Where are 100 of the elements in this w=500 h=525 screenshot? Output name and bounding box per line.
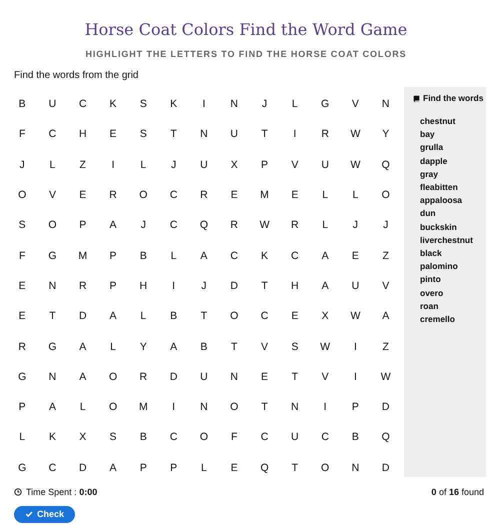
grid-letter[interactable]: N	[37, 280, 68, 292]
grid-letter[interactable]: R	[68, 280, 98, 292]
grid-letter[interactable]: T	[188, 310, 220, 322]
grid-letter[interactable]: W	[370, 370, 401, 383]
grid-letter[interactable]: N	[370, 98, 401, 110]
grid-letter[interactable]: C	[249, 310, 280, 322]
grid-letter[interactable]: O	[310, 462, 340, 474]
grid-letter[interactable]: E	[7, 310, 38, 322]
grid-letter[interactable]: T	[219, 340, 250, 353]
grid-letter[interactable]: W	[249, 219, 280, 232]
grid-letter[interactable]: P	[128, 462, 158, 474]
grid-letter[interactable]: D	[219, 280, 250, 292]
grid-letter[interactable]: R	[98, 189, 128, 202]
grid-letter[interactable]: W	[310, 340, 340, 353]
grid-letter[interactable]: S	[280, 340, 310, 353]
grid-letter[interactable]: N	[219, 98, 250, 110]
grid-letter[interactable]: I	[340, 340, 371, 353]
grid-letter[interactable]: L	[310, 219, 340, 232]
grid-letter[interactable]: N	[340, 462, 371, 474]
grid-letter[interactable]: C	[158, 431, 189, 444]
grid-letter[interactable]: C	[37, 462, 68, 474]
grid-letter[interactable]: A	[310, 250, 340, 262]
grid-letter[interactable]: B	[340, 431, 371, 444]
grid-letter[interactable]: D	[68, 310, 98, 322]
grid-letter[interactable]: U	[188, 370, 220, 383]
grid-letter[interactable]: U	[340, 280, 371, 292]
grid-letter[interactable]: G	[7, 370, 38, 383]
grid-letter[interactable]: S	[128, 128, 158, 140]
grid-letter[interactable]: C	[249, 431, 280, 444]
grid-letter[interactable]: B	[158, 310, 189, 322]
grid-letter[interactable]: P	[158, 462, 189, 474]
grid-letter[interactable]: G	[7, 462, 38, 474]
grid-letter[interactable]: A	[68, 340, 98, 353]
grid-letter[interactable]: G	[37, 340, 68, 353]
grid-letter[interactable]: O	[98, 401, 128, 414]
grid-letter[interactable]: A	[370, 310, 401, 322]
grid-letter[interactable]: H	[280, 280, 310, 292]
grid-letter[interactable]: Z	[68, 158, 98, 171]
grid-letter[interactable]: X	[219, 158, 250, 171]
grid-letter[interactable]: J	[158, 158, 189, 171]
grid-letter[interactable]: M	[68, 250, 98, 262]
grid-letter[interactable]: L	[280, 98, 310, 110]
grid-letter[interactable]: A	[310, 280, 340, 292]
grid-letter[interactable]: E	[219, 189, 250, 202]
grid-letter[interactable]: B	[7, 98, 38, 110]
grid-letter[interactable]: P	[340, 401, 371, 414]
grid-letter[interactable]: D	[158, 370, 189, 383]
grid-letter[interactable]: V	[370, 280, 401, 292]
grid-letter[interactable]: C	[158, 189, 189, 202]
grid-letter[interactable]: N	[219, 370, 250, 383]
grid-letter[interactable]: D	[370, 401, 401, 414]
grid-letter[interactable]: P	[7, 401, 38, 414]
grid-letter[interactable]: Z	[370, 250, 401, 262]
grid-letter[interactable]: H	[68, 128, 98, 140]
grid-letter[interactable]: E	[249, 370, 280, 383]
grid-letter[interactable]: R	[310, 128, 340, 140]
grid-letter[interactable]: L	[128, 158, 158, 171]
grid-letter[interactable]: T	[249, 128, 280, 140]
grid-letter[interactable]: T	[280, 370, 310, 383]
grid-letter[interactable]: K	[37, 431, 68, 444]
grid-letter[interactable]: C	[37, 128, 68, 140]
grid-letter[interactable]: C	[219, 250, 250, 262]
grid-letter[interactable]: U	[219, 128, 250, 140]
grid-letter[interactable]: S	[98, 431, 128, 444]
grid-letter[interactable]: I	[98, 158, 128, 171]
grid-letter[interactable]: F	[7, 128, 38, 140]
grid-letter[interactable]: J	[370, 219, 401, 232]
grid-letter[interactable]: Y	[370, 128, 401, 140]
grid-letter[interactable]: E	[280, 310, 310, 322]
grid-letter[interactable]: I	[158, 401, 189, 414]
grid-letter[interactable]: C	[158, 219, 189, 232]
grid-letter[interactable]: R	[188, 189, 220, 202]
grid-letter[interactable]: G	[37, 250, 68, 262]
grid-letter[interactable]: Q	[188, 219, 220, 232]
grid-letter[interactable]: J	[128, 219, 158, 232]
grid-letter[interactable]: T	[249, 280, 280, 292]
grid-letter[interactable]: U	[37, 98, 68, 110]
grid-letter[interactable]: O	[219, 310, 250, 322]
grid-letter[interactable]: C	[280, 250, 310, 262]
check-button[interactable]: Check	[14, 506, 76, 523]
grid-letter[interactable]: Y	[128, 340, 158, 353]
grid-letter[interactable]: K	[98, 98, 128, 110]
grid-letter[interactable]: I	[310, 401, 340, 414]
grid-letter[interactable]: I	[340, 370, 371, 383]
grid-letter[interactable]: R	[280, 219, 310, 232]
grid-letter[interactable]: B	[188, 340, 220, 353]
grid-letter[interactable]: U	[188, 158, 220, 171]
grid-letter[interactable]: F	[7, 250, 38, 262]
grid-letter[interactable]: L	[68, 401, 98, 414]
grid-letter[interactable]: R	[128, 370, 158, 383]
grid-letter[interactable]: A	[98, 462, 128, 474]
grid-letter[interactable]: E	[340, 250, 371, 262]
grid-letter[interactable]: R	[219, 219, 250, 232]
grid-letter[interactable]: A	[158, 340, 189, 353]
grid-letter[interactable]: A	[98, 310, 128, 322]
grid-letter[interactable]: A	[98, 219, 128, 232]
grid-letter[interactable]: T	[249, 401, 280, 414]
grid-letter[interactable]: V	[340, 98, 371, 110]
grid-letter[interactable]: S	[7, 219, 38, 232]
grid-letter[interactable]: W	[340, 158, 371, 171]
